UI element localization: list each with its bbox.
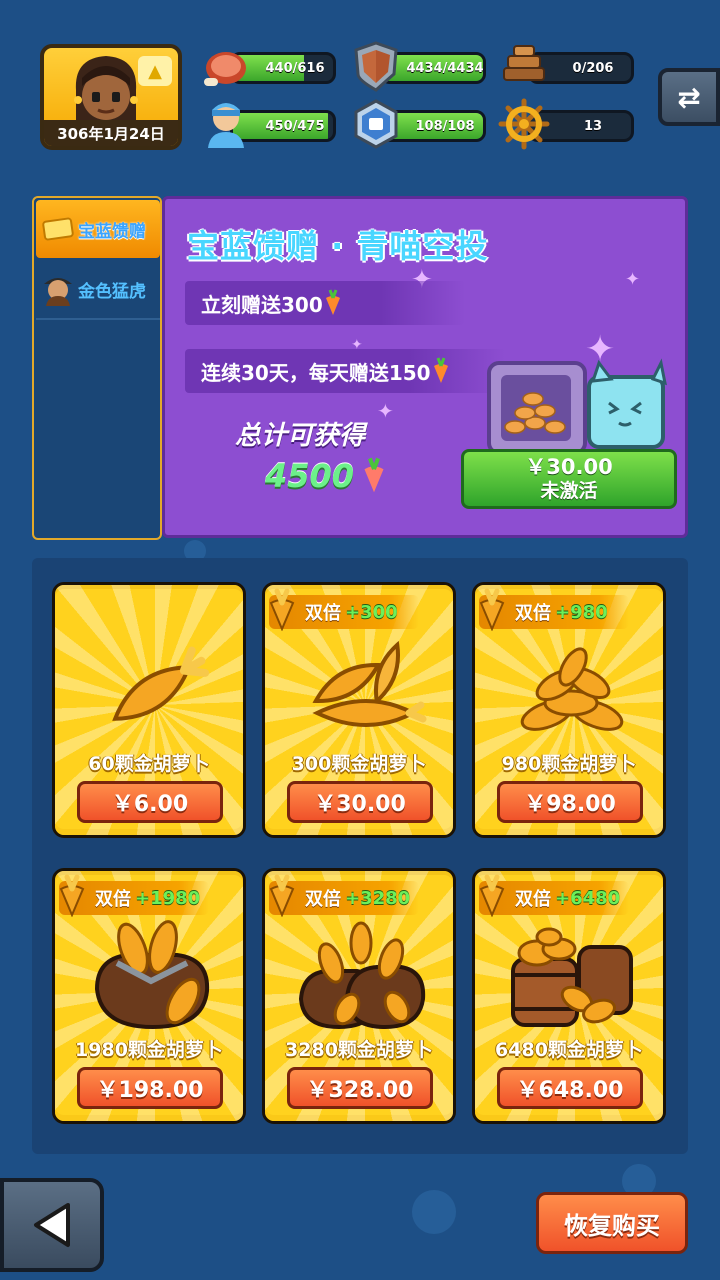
badge-bonus: +1980: [135, 887, 201, 909]
badge-bonus: +6480: [555, 887, 621, 909]
carrot-barrels-icon: [511, 927, 633, 1027]
shop-item-price-button[interactable]: ￥98.00: [497, 781, 643, 823]
stat-food: 440/616: [200, 48, 336, 86]
tab-blue-gift[interactable]: 宝蓝馈赠: [36, 200, 160, 258]
double-bonus-badge: 双倍 +980: [479, 588, 629, 631]
meat-icon: [204, 52, 246, 86]
sparkle-icon: ✦: [625, 269, 641, 290]
promo-daily-text: 连续30天，每天赠送150: [201, 360, 431, 385]
shop-item-label: 980颗金胡萝卜: [501, 753, 637, 775]
carrot-icon: [364, 457, 384, 493]
restore-purchase-button[interactable]: 恢复购买: [536, 1192, 688, 1254]
player-avatar[interactable]: ▲ 306年1月24日: [40, 44, 182, 150]
promo-instant-gift: 立刻赠送300: [185, 281, 465, 325]
promo-instant-text: 立刻赠送300: [201, 292, 323, 317]
swap-button[interactable]: ⇄: [658, 68, 720, 126]
stat-defense: 108/108: [350, 99, 486, 149]
double-bonus-badge: 双倍 +300: [269, 588, 419, 631]
badge-label: 双倍: [515, 603, 551, 624]
defense-badge-icon: [354, 99, 398, 149]
shop-item-60[interactable]: 60颗金胡萝卜 ￥6.00: [52, 582, 246, 838]
shop-item-label: 60颗金胡萝卜: [88, 753, 210, 775]
promo-total-label: 总计可获得: [235, 421, 366, 451]
shop-item-label: 6480颗金胡萝卜: [495, 1039, 643, 1061]
wood-icon: [503, 45, 545, 81]
ticket-icon: [42, 217, 74, 241]
sparkle-icon: ✦: [377, 399, 394, 423]
swap-icon: ⇄: [677, 80, 701, 114]
shield-icon: [354, 41, 398, 92]
shop-item-label: 300颗金胡萝卜: [291, 753, 427, 775]
shop-item-price-button[interactable]: ￥6.00: [77, 781, 223, 823]
promo-status: 未激活: [540, 480, 598, 502]
shop-item-price-button[interactable]: ￥30.00: [287, 781, 433, 823]
shop-item-label: 3280颗金胡萝卜: [285, 1039, 433, 1061]
badge-bonus: +300: [345, 601, 398, 623]
ship-wheel-icon: [498, 98, 550, 150]
double-bonus-badge: 双倍 +3280: [269, 874, 419, 917]
carrot-icon: [59, 874, 85, 917]
carrot-icon: [479, 874, 505, 917]
carrot-icon: [325, 289, 340, 315]
carrot-icon: [269, 588, 295, 631]
promo-tab-list: 宝蓝馈赠 金色猛虎: [32, 196, 162, 540]
carrot-icon: [479, 588, 505, 631]
shop-item-price-button[interactable]: ￥198.00: [77, 1067, 223, 1109]
badge-label: 双倍: [305, 889, 341, 910]
carrot-icon: [269, 874, 295, 917]
badge-label: 双倍: [95, 889, 131, 910]
carrot-icon: [433, 357, 448, 383]
promo-total-value: 4500: [265, 457, 355, 495]
shop-item-6480[interactable]: 双倍 +6480 6480颗金胡萝卜 ￥648.00: [472, 868, 666, 1124]
shop-item-price-button[interactable]: ￥648.00: [497, 1067, 643, 1109]
shop-item-label: 1980颗金胡萝卜: [75, 1039, 223, 1061]
promo-total: 4500: [265, 457, 388, 495]
worker-icon: [208, 103, 244, 148]
badge-bonus: +980: [555, 601, 608, 623]
shop-item-980[interactable]: 双倍 +980 980颗金胡萝卜 ￥98.00: [472, 582, 666, 838]
promo-purchase-button[interactable]: ￥30.00 未激活: [461, 449, 677, 509]
promo-price: ￥30.00: [525, 455, 613, 479]
shop-item-price-button[interactable]: ￥328.00: [287, 1067, 433, 1109]
double-bonus-badge: 双倍 +1980: [59, 874, 209, 917]
rank-badge-icon: ▲: [138, 56, 172, 86]
promo-title: 宝蓝馈赠 · 青喵空投: [187, 227, 489, 265]
badge-bonus: +3280: [345, 887, 411, 909]
stat-wheel: 13: [498, 98, 634, 150]
badge-label: 双倍: [305, 603, 341, 624]
pirate-icon: [44, 278, 72, 306]
stat-population: 450/475: [200, 103, 336, 148]
carrot-sacks-icon: [298, 921, 426, 1029]
back-arrow-icon: [34, 1203, 70, 1247]
player-portrait-icon: [74, 56, 138, 120]
background-bubble: [412, 1190, 456, 1234]
promo-daily-gift: 连续30天，每天赠送150: [185, 349, 505, 393]
stat-wood: 0/206: [498, 45, 634, 86]
shop-panel: 60颗金胡萝卜 ￥6.00 双倍 +300 300颗金胡萝卜 ￥30.00 双倍…: [32, 558, 688, 1154]
tab-blue-gift-label: 宝蓝馈赠: [78, 221, 146, 242]
shop-item-300[interactable]: 双倍 +300 300颗金胡萝卜 ￥30.00: [262, 582, 456, 838]
carrot-sack-icon: [94, 920, 210, 1029]
badge-label: 双倍: [515, 889, 551, 910]
golden-carrot-icon: [112, 646, 210, 721]
double-bonus-badge: 双倍 +6480: [479, 874, 629, 917]
stat-shield: 4434/4434: [350, 41, 486, 92]
promo-panel: 宝蓝馈赠 · 青喵空投 ✦ ✦ ✦ ✦ ✦ 立刻赠送300 连续30天，每天赠送…: [162, 196, 688, 538]
safe-and-cat-icon: [487, 358, 667, 455]
golden-carrot-pile-icon: [520, 647, 624, 731]
game-date: 306年1月24日: [44, 120, 178, 146]
shop-item-1980[interactable]: 双倍 +1980 1980颗金胡萝卜 ￥198.00: [52, 868, 246, 1124]
tab-golden-tiger[interactable]: 金色猛虎: [36, 260, 160, 320]
shop-item-3280[interactable]: 双倍 +3280 3280颗金胡萝卜 ￥328.00: [262, 868, 456, 1124]
golden-carrots-icon: [312, 640, 427, 727]
back-button[interactable]: [0, 1178, 104, 1272]
tab-golden-tiger-label: 金色猛虎: [78, 281, 146, 302]
